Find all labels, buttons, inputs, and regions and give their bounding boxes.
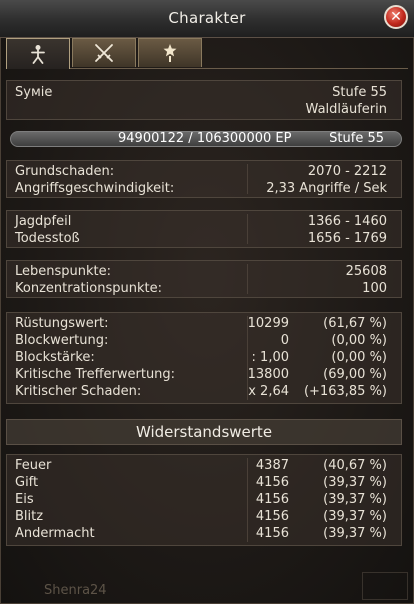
- stat-value: 13800: [247, 367, 289, 382]
- rank-medal-icon: [163, 44, 177, 62]
- stat-value: 2070 - 2212: [307, 164, 387, 179]
- character-window: Charakter ✕ Sуміе Stufe 55 Waldläuferin …: [0, 0, 414, 604]
- stat-label: Konzentrationspunkte:: [15, 281, 162, 296]
- stat-percent: (40,67 %): [323, 458, 387, 473]
- profile-panel: Sуміе Stufe 55 Waldläuferin: [6, 80, 402, 120]
- stat-value: 4156: [255, 526, 289, 541]
- stat-value: x 2,64: [248, 384, 289, 399]
- stat-value: 25608: [345, 264, 387, 279]
- tab-bar: [6, 38, 408, 69]
- tab-rank[interactable]: [138, 38, 202, 67]
- stat-label: Eis: [15, 492, 34, 507]
- stat-percent: (39,37 %): [323, 509, 387, 524]
- stat-label: Kritischer Schaden:: [15, 384, 142, 399]
- corner-decoration: [362, 572, 408, 600]
- stat-row: Rüstungswert: 10299 (61,67 %): [7, 315, 401, 332]
- window-title: Charakter: [168, 9, 246, 27]
- stat-row: Blockwertung: 0 (0,00 %): [7, 332, 401, 349]
- stat-percent: (0,00 %): [331, 333, 387, 348]
- stat-value: 4387: [255, 458, 289, 473]
- stat-row: Eis 4156 (39,37 %): [7, 491, 401, 508]
- stat-row: Feuer 4387 (40,67 %): [7, 457, 401, 474]
- stat-percent: (0,00 %): [331, 350, 387, 365]
- character-name: Sуміе: [15, 85, 53, 100]
- stat-value: 4156: [255, 492, 289, 507]
- stat-label: Blitz: [15, 509, 44, 524]
- character-class: Waldläuferin: [305, 102, 387, 117]
- stat-value: 100: [362, 281, 387, 296]
- stat-label: Grundschaden:: [15, 164, 115, 179]
- stat-value: 4156: [255, 475, 289, 490]
- defense-panel: Rüstungswert: 10299 (61,67 %) Blockwertu…: [6, 312, 402, 404]
- stat-row: Blockstärke: : 1,00 (0,00 %): [7, 349, 401, 366]
- stat-row: Konzentrationspunkte: 100: [7, 280, 401, 297]
- close-icon: ✕: [390, 9, 402, 25]
- stat-row: Jagdpfeil 1366 - 1460: [7, 213, 401, 230]
- stat-row: Andermacht 4156 (39,37 %): [7, 525, 401, 542]
- stat-label: Andermacht: [15, 526, 95, 541]
- stat-percent: (61,67 %): [323, 316, 387, 331]
- stat-label: Jagdpfeil: [15, 214, 72, 229]
- stat-label: Blockwertung:: [15, 333, 109, 348]
- stat-row: Lebenspunkte: 25608: [7, 263, 401, 280]
- tab-character[interactable]: [6, 38, 70, 69]
- stat-value: 0: [280, 333, 289, 348]
- stat-row: Todesstoß 1656 - 1769: [7, 230, 401, 247]
- stat-label: Todesstoß: [15, 231, 80, 246]
- stat-value: 4156: [255, 509, 289, 524]
- stat-value: 10299: [247, 316, 289, 331]
- stat-value: 1366 - 1460: [307, 214, 387, 229]
- vitals-panel: Lebenspunkte: 25608 Konzentrationspunkte…: [6, 260, 402, 298]
- stat-label: Blockstärke:: [15, 350, 95, 365]
- experience-level: Stufe 55: [329, 131, 384, 146]
- stat-percent: (39,37 %): [323, 475, 387, 490]
- stat-percent: (+163,85 %): [303, 384, 387, 399]
- stat-label: Kritische Trefferwertung:: [15, 367, 176, 382]
- stat-percent: (39,37 %): [323, 526, 387, 541]
- stat-label: Lebenspunkte:: [15, 264, 112, 279]
- stat-value: 1656 - 1769: [307, 231, 387, 246]
- stat-value: : 1,00: [251, 350, 289, 365]
- stat-label: Gift: [15, 475, 39, 490]
- close-button[interactable]: ✕: [384, 5, 408, 29]
- title-bar[interactable]: Charakter ✕: [0, 0, 414, 38]
- stat-label: Feuer: [15, 458, 52, 473]
- character-level: Stufe 55: [332, 85, 387, 100]
- resistances-panel: Feuer 4387 (40,67 %) Gift 4156 (39,37 %)…: [6, 454, 402, 546]
- stat-row: Kritischer Schaden: x 2,64 (+163,85 %): [7, 383, 401, 400]
- stat-label: Rüstungswert:: [15, 316, 109, 331]
- character-figure-icon: [31, 45, 45, 64]
- resistances-header: Widerstandswerte: [6, 419, 402, 445]
- experience-value: 94900122 / 106300000 EP: [118, 131, 292, 146]
- tab-combat[interactable]: [72, 38, 136, 67]
- stat-percent: (39,37 %): [323, 492, 387, 507]
- stat-row: Kritische Trefferwertung: 13800 (69,00 %…: [7, 366, 401, 383]
- stat-value: 2,33 Angriffe / Sek: [266, 181, 387, 196]
- stat-row: Gift 4156 (39,37 %): [7, 474, 401, 491]
- stat-percent: (69,00 %): [323, 367, 387, 382]
- stat-label: Angriffsgeschwindigkeit:: [15, 181, 175, 196]
- stat-row: Blitz 4156 (39,37 %): [7, 508, 401, 525]
- crossed-swords-icon: [95, 44, 113, 62]
- stat-row: Angriffsgeschwindigkeit: 2,33 Angriffe /…: [7, 180, 401, 197]
- damage-panel: Grundschaden: 2070 - 2212 Angriffsgeschw…: [6, 160, 402, 198]
- skills-panel: Jagdpfeil 1366 - 1460 Todesstoß 1656 - 1…: [6, 210, 402, 248]
- background-watermark: Shenra24: [44, 583, 107, 598]
- stat-row: Grundschaden: 2070 - 2212: [7, 163, 401, 180]
